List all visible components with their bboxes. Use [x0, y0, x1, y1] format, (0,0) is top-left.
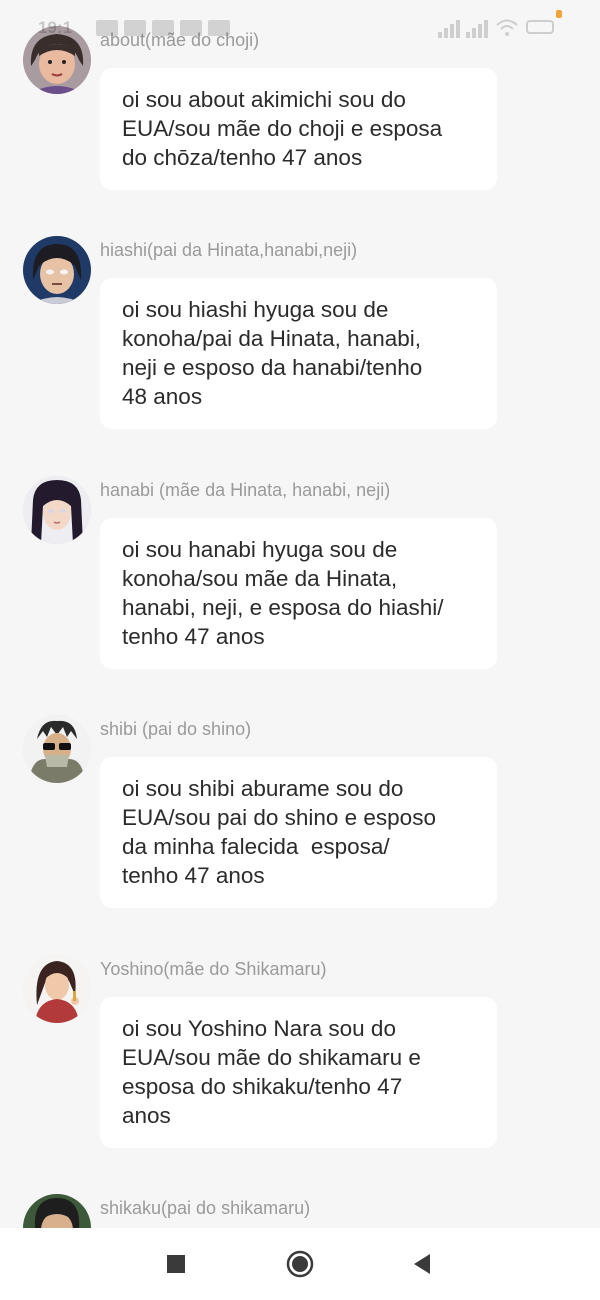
- wifi-icon: [496, 19, 518, 36]
- avatar-hiashi[interactable]: [23, 236, 91, 304]
- message-text-line: EUA/sou mãe do shikamaru e: [122, 1045, 421, 1070]
- sender-name: shibi (pai do shino): [100, 719, 252, 739]
- message-text-line: neji e esposo da hanabi/tenho: [122, 355, 423, 380]
- chat-screen: about(mãe do choji) oi sou about akimich…: [0, 0, 600, 1300]
- message-bubble[interactable]: oi sou Yoshino Nara sou do EUA/sou mãe d…: [100, 997, 497, 1148]
- avatar-shikaku[interactable]: [23, 1194, 91, 1228]
- message-text-line: oi sou Yoshino Nara sou do: [122, 1016, 396, 1041]
- notification-icon: [124, 20, 146, 36]
- notification-icons: [96, 20, 230, 36]
- message-text-line: do chōza/tenho 47 anos: [122, 145, 363, 170]
- message-bubble[interactable]: oi sou hiashi hyuga sou de konoha/pai da…: [100, 278, 497, 429]
- message-text-line: da minha falecida esposa/: [122, 834, 390, 859]
- sender-name: shikaku(pai do shikamaru): [100, 1198, 311, 1218]
- sender-name: hiashi(pai da Hinata,hanabi,neji): [100, 240, 358, 260]
- notification-icon: [96, 20, 118, 36]
- square-icon: [167, 1255, 185, 1273]
- battery-icon: [526, 20, 554, 34]
- avatar-shibi-image: [23, 715, 91, 783]
- message-text-line: oi sou about akimichi sou do: [122, 87, 406, 112]
- message-list[interactable]: about(mãe do choji) oi sou about akimich…: [0, 0, 600, 1228]
- recents-button[interactable]: [136, 1228, 216, 1300]
- avatar-hanabi[interactable]: [23, 476, 91, 544]
- avatar-shibi[interactable]: [23, 715, 91, 783]
- back-button[interactable]: [382, 1228, 462, 1300]
- avatar-yoshino-image: [23, 955, 91, 1023]
- notification-icon: [152, 20, 174, 36]
- circle-icon: [286, 1250, 314, 1278]
- message-text-line: 48 anos: [122, 384, 203, 409]
- message-text-line: EUA/sou pai do shino e esposo: [122, 805, 436, 830]
- status-time: 19:1: [38, 18, 73, 37]
- sender-name: hanabi (mãe da Hinata, hanabi, neji): [100, 480, 391, 500]
- battery-charge-indicator: [556, 10, 562, 18]
- message-bubble[interactable]: oi sou about akimichi sou do EUA/sou mãe…: [100, 68, 497, 190]
- message-text-line: EUA/sou mãe do choji e esposa: [122, 116, 443, 141]
- status-bar: 19:1: [0, 14, 600, 42]
- message-text-line: anos: [122, 1103, 171, 1128]
- signal-icon: [438, 20, 488, 38]
- message-bubble[interactable]: oi sou hanabi hyuga sou de konoha/sou mã…: [100, 518, 497, 669]
- notification-icon: [180, 20, 202, 36]
- triangle-back-icon: [414, 1254, 430, 1274]
- avatar-shikaku-image: [23, 1194, 91, 1228]
- avatar-hanabi-image: [23, 476, 91, 544]
- message-text-line: konoha/pai da Hinata, hanabi,: [122, 326, 421, 351]
- message-text-line: tenho 47 anos: [122, 863, 265, 888]
- notification-icon: [208, 20, 230, 36]
- message-text-line: konoha/sou mãe da Hinata,: [122, 566, 398, 591]
- message-text-line: esposa do shikaku/tenho 47: [122, 1074, 403, 1099]
- message-text-line: hanabi, neji, e esposa do hiashi/: [122, 595, 444, 620]
- home-button[interactable]: [260, 1228, 340, 1300]
- message-text-line: oi sou hanabi hyuga sou de: [122, 537, 398, 562]
- message-bubble[interactable]: oi sou shibi aburame sou do EUA/sou pai …: [100, 757, 497, 908]
- sender-name: Yoshino(mãe do Shikamaru): [100, 959, 327, 979]
- message-text-line: tenho 47 anos: [122, 624, 265, 649]
- message-text-line: oi sou hiashi hyuga sou de: [122, 297, 389, 322]
- avatar-hiashi-image: [23, 236, 91, 304]
- avatar-yoshino[interactable]: [23, 955, 91, 1023]
- navigation-bar: [0, 1228, 600, 1300]
- message-text-line: oi sou shibi aburame sou do: [122, 776, 404, 801]
